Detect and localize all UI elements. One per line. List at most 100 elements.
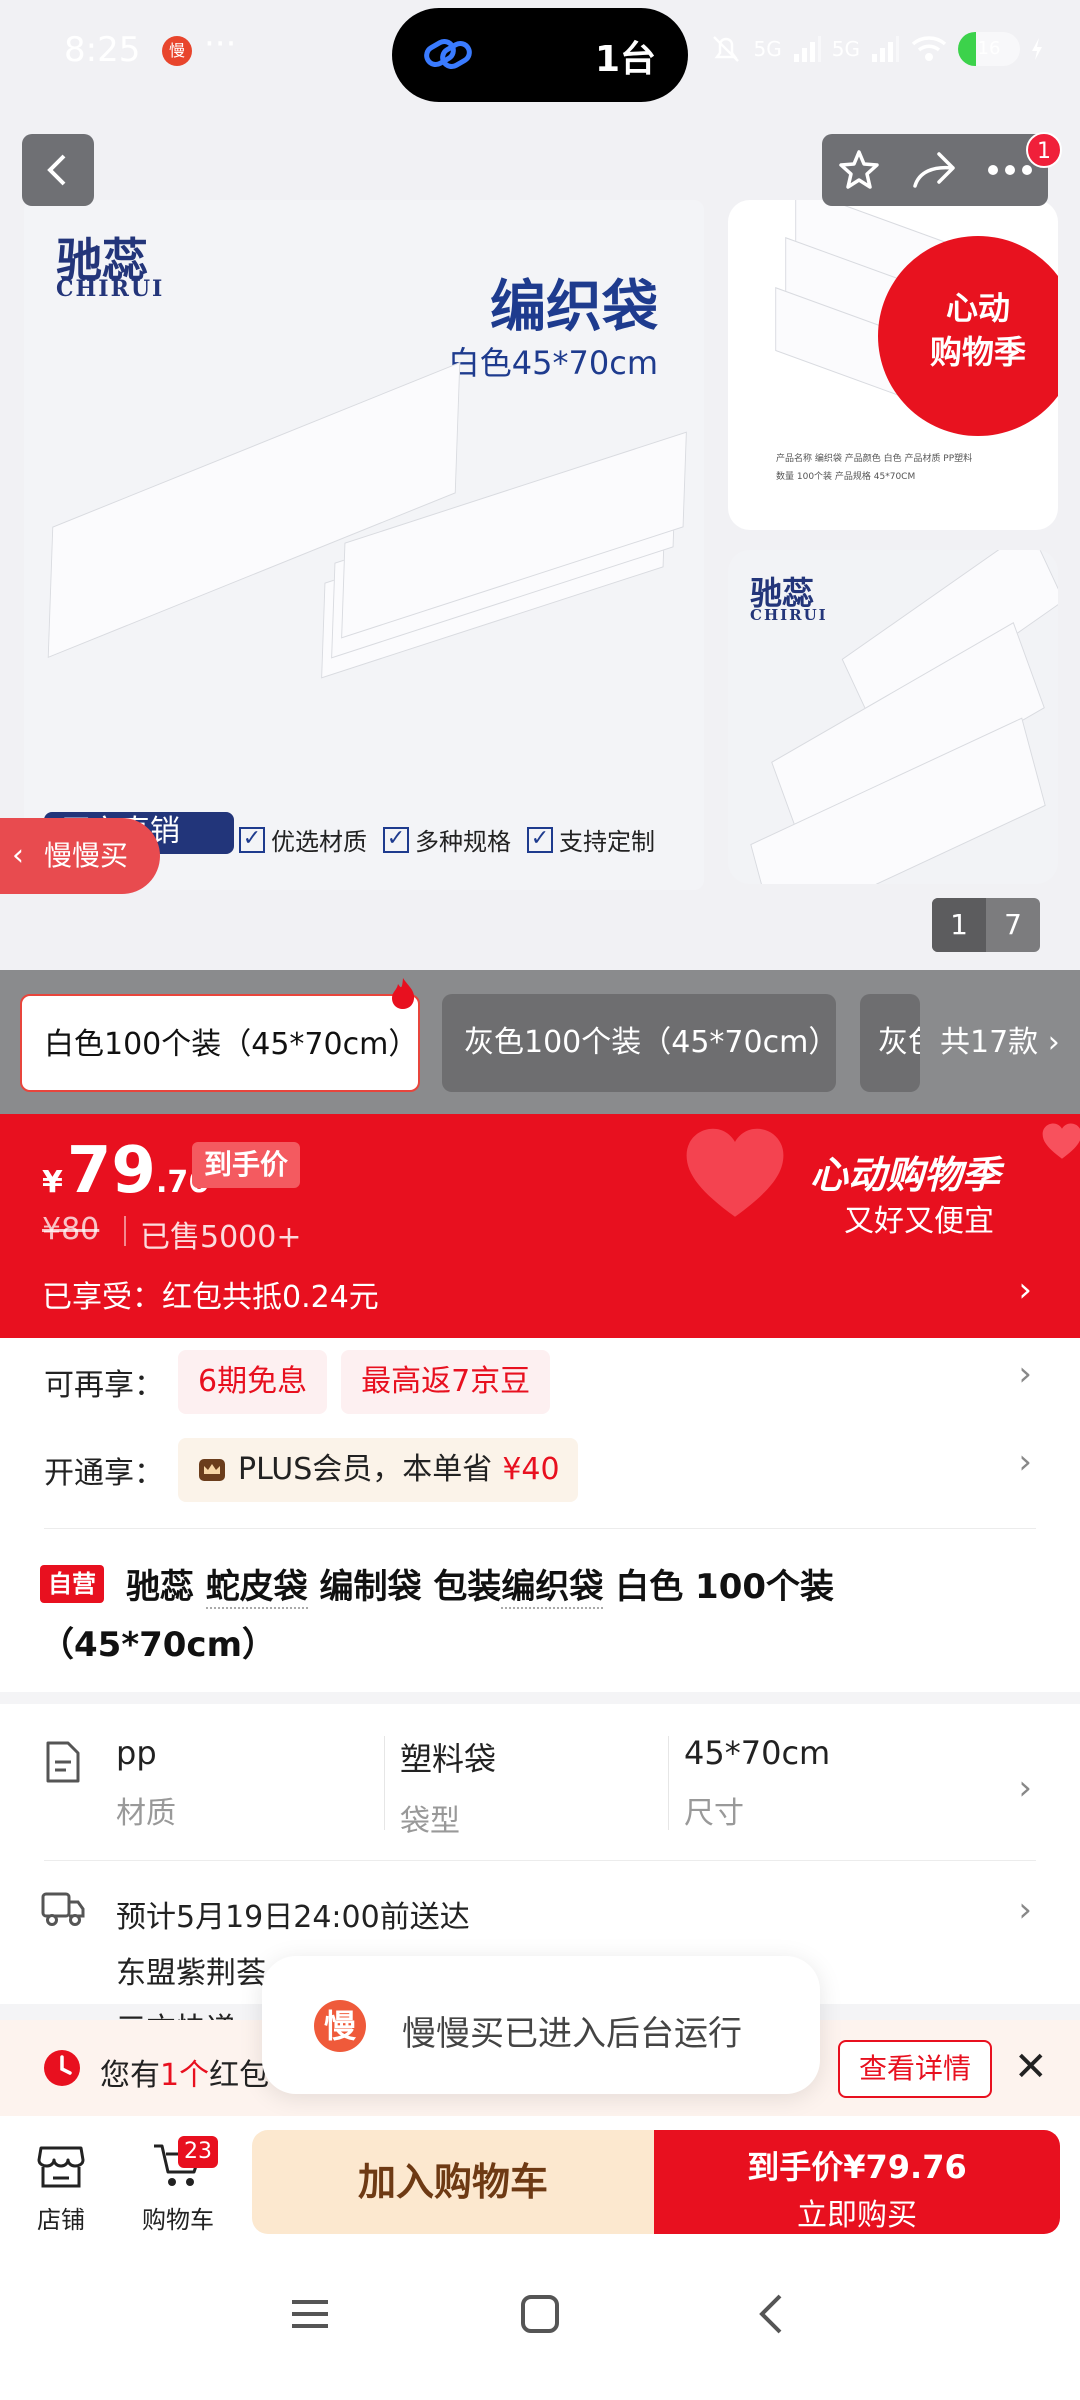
more-notifications-icon: ··· (204, 24, 237, 64)
cart-count-badge: 23 (178, 2136, 218, 2168)
all-variants-button[interactable]: 共17款 › (920, 994, 1080, 1092)
link-icon (424, 39, 472, 69)
mute-bell-icon (712, 36, 739, 62)
delivery-truck-icon (41, 1892, 85, 1926)
chevron-right-icon[interactable]: › (1018, 1354, 1032, 1394)
pager-current: 1 (932, 898, 986, 952)
status-time: 8:25 (64, 30, 141, 70)
menu-icon[interactable] (290, 2294, 330, 2334)
benefit-label: 开通享： (44, 1456, 164, 1491)
signal-5g-label: 5G (753, 37, 782, 61)
chevron-right-icon[interactable]: › (1018, 1890, 1032, 1930)
back-button[interactable] (22, 134, 94, 206)
status-bar: 8:25 慢 ··· 1台 5G 5G 16 (0, 0, 1080, 110)
plus-save-amount: ¥40 (502, 1452, 560, 1487)
product-image-gallery[interactable]: 驰蕊 CHIRUI 编织袋 白色45*70cm 厂家直销 ✓优选材质 ✓多种规格… (0, 0, 1080, 970)
back-icon[interactable] (752, 2294, 792, 2334)
spec-size: 45*70cm 尺寸 (684, 1734, 831, 1831)
campaign-title: 心动购物季 (810, 1153, 1001, 1197)
divider (44, 1860, 1036, 1861)
spec-bag-type: 塑料袋 袋型 (400, 1740, 497, 1839)
store-button[interactable]: 店铺 (28, 2140, 94, 2235)
thumbnail-image-1[interactable]: 心动 购物季 产品名称 编织袋 产品颜色 白色 产品材质 PP塑料 数量 100… (728, 200, 1058, 530)
signal-5g-label: 5G (831, 37, 860, 61)
heart-decoration-icon (1042, 1123, 1080, 1159)
view-details-button[interactable]: 查看详情 (838, 2040, 992, 2098)
interest-free-chip: 6期免息 (178, 1350, 328, 1414)
red-packet-count: 1个 (160, 2058, 210, 2093)
check-icon: ✓ (383, 826, 409, 853)
home-icon[interactable] (520, 2294, 560, 2334)
variant-chip-selected[interactable]: 白色100个装（45*70cm） (20, 994, 420, 1092)
pager-total: 7 (1004, 908, 1022, 941)
chevron-left-icon (47, 154, 66, 186)
chevron-right-icon[interactable]: › (1018, 1768, 1032, 1808)
check-icon: ✓ (527, 826, 553, 853)
close-icon[interactable]: ✕ (1014, 2044, 1048, 2090)
slow-buy-float-button[interactable]: ‹ 慢慢买 (0, 818, 160, 894)
price-banner: ¥ 79 .76 到手价 ¥80 已售5000+ 已享受：红包共抵0.24元 ›… (0, 1114, 1080, 1338)
promo-season-badge: 心动 购物季 (878, 236, 1058, 436)
slow-buy-logo-icon: 慢 (314, 2000, 366, 2052)
buy-now-label: 立即购买 (797, 2198, 917, 2233)
battery-icon: 16 (958, 32, 1020, 66)
variant-selector: 白色100个装（45*70cm） 灰色100个装（45*70cm） 灰色 共17… (0, 970, 1080, 1114)
buy-now-button[interactable]: 到手价¥79.76 立即购买 (654, 2130, 1060, 2234)
delivery-estimate: 预计5月19日24:00前送达 (116, 1900, 470, 1935)
coupon-applied-text[interactable]: 已享受：红包共抵0.24元 (42, 1272, 379, 1316)
spec-material: pp 材质 (116, 1734, 176, 1831)
plus-benefit-row[interactable]: 开通享： PLUS会员，本单省 ¥40 (44, 1438, 578, 1502)
app-notification-icon: 慢 (162, 36, 192, 66)
hot-fire-icon (392, 978, 415, 1009)
self-operated-badge: 自营 (40, 1565, 104, 1603)
clock-icon (44, 2050, 80, 2086)
system-nav-bar (0, 2246, 1080, 2400)
status-icons: 5G 5G 16 (708, 26, 1044, 72)
original-price: ¥80 (42, 1212, 100, 1247)
image-product-name: 编织袋 (490, 275, 658, 340)
feature-item: ✓ 多种规格 (383, 822, 511, 857)
feature-item: ✓ 优选材质 (239, 822, 367, 857)
share-icon[interactable] (911, 150, 957, 190)
product-title: 自营 驰蕊 蛇皮袋 编制袋 包装编织袋 白色 100个装（45*70cm） (40, 1565, 835, 1665)
document-icon (46, 1741, 80, 1783)
bottom-action-bar: 店铺 购物车 23 加入购物车 到手价¥79.76 立即购买 (0, 2116, 1080, 2246)
divider (44, 1528, 1036, 1529)
island-label: 1台 (594, 39, 656, 80)
chevron-right-icon[interactable]: › (1018, 1442, 1032, 1482)
top-action-group (822, 134, 1048, 206)
chevron-left-icon: ‹ (12, 838, 24, 873)
check-icon: ✓ (239, 826, 265, 853)
variant-chip[interactable]: 灰色 (860, 994, 920, 1092)
dynamic-island[interactable]: 1台 (392, 8, 688, 102)
signal-bars-icon (872, 36, 899, 62)
main-product-image[interactable]: 驰蕊 CHIRUI 编织袋 白色45*70cm 厂家直销 ✓优选材质 ✓多种规格… (24, 200, 704, 890)
spec-table-image: 产品名称 编织袋 产品颜色 白色 产品材质 PP塑料 数量 100个装 产品规格… (776, 454, 973, 482)
keyword-link[interactable]: 编织袋 (501, 1567, 604, 1609)
final-price-tag: 到手价 (192, 1142, 301, 1188)
jd-beans-chip: 最高返7京豆 (341, 1350, 551, 1414)
wifi-icon (911, 36, 947, 61)
keyword-link[interactable]: 蛇皮袋 (205, 1567, 308, 1609)
charging-icon (1032, 38, 1042, 60)
more-icon[interactable] (987, 164, 1033, 176)
thumbnail-image-2[interactable]: 驰蕊 CHIRUI (728, 550, 1058, 884)
star-favorite-icon[interactable] (837, 148, 881, 192)
feature-item: ✓ 支持定制 (527, 822, 655, 857)
plus-member-chip: PLUS会员，本单省 ¥40 (178, 1438, 578, 1502)
ship-from: 东盟紫荆荟 (116, 1956, 266, 1991)
chevron-right-icon[interactable]: › (1018, 1270, 1032, 1310)
toast-message: 慢慢买已进入后台运行 (402, 2014, 742, 2054)
divider (384, 1736, 385, 1830)
background-running-toast: 慢 慢慢买已进入后台运行 (262, 1956, 820, 2094)
image-pager: 1 7 (932, 898, 1040, 952)
variant-chip[interactable]: 灰色100个装（45*70cm） (442, 994, 836, 1092)
installment-benefit-row[interactable]: 可再享： 6期免息 最高返7京豆 (44, 1350, 551, 1414)
benefit-label: 可再享： (44, 1368, 164, 1403)
benefits-card: 可再享： 6期免息 最高返7京豆 › 开通享： PLUS会员，本单省 ¥40 › … (0, 1338, 1080, 1692)
buy-now-price: 到手价¥79.76 (747, 2148, 967, 2186)
campaign-subtitle: 又好又便宜 (844, 1204, 994, 1239)
message-count-badge: 1 (1026, 132, 1062, 168)
add-to-cart-button[interactable]: 加入购物车 (252, 2130, 654, 2234)
sold-count: 已售5000+ (140, 1220, 302, 1255)
